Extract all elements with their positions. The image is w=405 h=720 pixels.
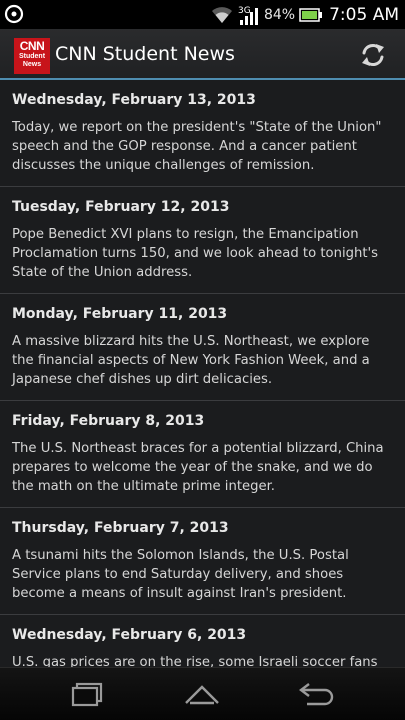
item-date: Wednesday, February 13, 2013	[12, 92, 256, 108]
item-date: Tuesday, February 12, 2013	[12, 199, 230, 215]
signal-icon: 3G	[238, 6, 258, 25]
battery-icon	[299, 7, 323, 22]
status-time: 7:05 AM	[329, 4, 399, 25]
status-right: 3G 84% 7:05 AM	[210, 0, 399, 29]
action-bar: CNN Student News CNN Student News	[0, 29, 405, 80]
item-description: Today, we report on the president's "Sta…	[12, 120, 382, 173]
cnn-student-news-logo: CNN Student News	[14, 38, 50, 74]
wifi-icon	[211, 6, 232, 23]
app-notification-icon	[4, 4, 24, 24]
battery-percent: 84%	[263, 6, 296, 23]
logo-line2: Student	[18, 53, 46, 60]
refresh-icon[interactable]	[359, 41, 387, 69]
back-icon[interactable]	[295, 680, 335, 708]
item-date: Monday, February 11, 2013	[12, 306, 228, 322]
item-description: U.S. gas prices are on the rise, some Is…	[12, 655, 378, 667]
screen: 3G 84% 7:05 AM CNN Student News CNN Stud…	[0, 0, 405, 720]
episode-list: Wednesday, February 13, 2013 Today, we r…	[0, 80, 405, 667]
list-item[interactable]: Friday, February 8, 2013 The U.S. Northe…	[0, 401, 405, 508]
home-icon[interactable]	[182, 680, 222, 708]
svg-text:3G: 3G	[238, 6, 251, 16]
list-item[interactable]: Wednesday, February 13, 2013 Today, we r…	[0, 80, 405, 187]
item-description: Pope Benedict XVI plans to resign, the E…	[12, 227, 378, 280]
recent-apps-icon[interactable]	[68, 680, 108, 708]
item-description: A massive blizzard hits the U.S. Northea…	[12, 334, 370, 387]
list-item[interactable]: Monday, February 11, 2013 A massive bliz…	[0, 294, 405, 401]
item-date: Thursday, February 7, 2013	[12, 520, 229, 536]
app-title: CNN Student News	[55, 43, 235, 65]
list-item[interactable]: Wednesday, February 6, 2013 U.S. gas pri…	[0, 615, 405, 667]
item-date: Wednesday, February 6, 2013	[12, 627, 247, 643]
logo-line1: CNN	[19, 39, 45, 53]
list-item[interactable]: Tuesday, February 12, 2013 Pope Benedict…	[0, 187, 405, 294]
logo-line3: News	[22, 61, 42, 68]
navigation-bar	[0, 667, 405, 720]
item-date: Friday, February 8, 2013	[12, 413, 205, 429]
status-bar: 3G 84% 7:05 AM	[0, 0, 405, 29]
item-description: The U.S. Northeast braces for a potentia…	[12, 441, 384, 494]
item-description: A tsunami hits the Solomon Islands, the …	[12, 548, 349, 601]
list-item[interactable]: Thursday, February 7, 2013 A tsunami hit…	[0, 508, 405, 615]
